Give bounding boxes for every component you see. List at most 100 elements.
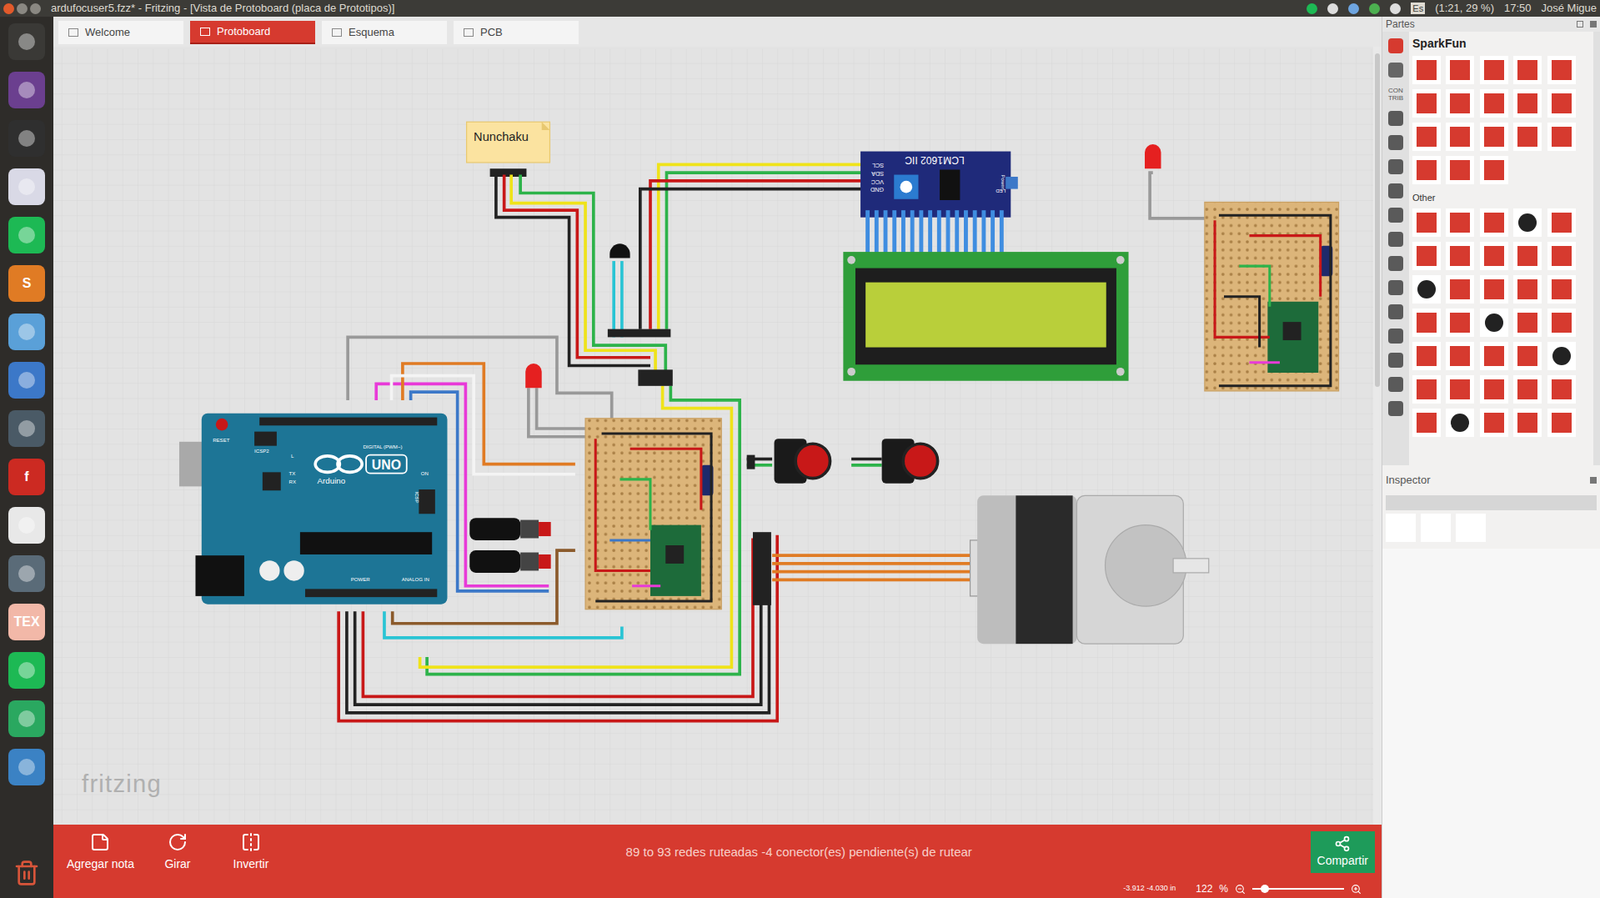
launcher-item[interactable]	[8, 652, 46, 689]
core-bin-icon[interactable]	[1388, 38, 1404, 54]
part-tile[interactable]	[1479, 375, 1509, 404]
push-button[interactable]	[774, 438, 831, 484]
part-tile[interactable]	[1412, 275, 1441, 304]
launcher-item[interactable]	[8, 748, 46, 786]
indicator-icon[interactable]	[1369, 3, 1380, 15]
wire[interactable]	[347, 336, 612, 427]
wire[interactable]	[650, 180, 864, 330]
bin-icon[interactable]	[1388, 376, 1404, 392]
launcher-item[interactable]	[8, 555, 46, 592]
potentiometer[interactable]	[469, 550, 551, 573]
push-button[interactable]	[882, 438, 938, 484]
breadboard-canvas[interactable]: NunchakuLCM1602 IICSCLSDAVCCGNDPowerLEDU…	[53, 46, 1374, 825]
user-menu[interactable]: José Migue	[1541, 0, 1597, 17]
launcher-item[interactable]: S	[8, 265, 46, 302]
launcher-item[interactable]	[8, 71, 46, 109]
indicator-icon[interactable]	[1348, 3, 1360, 15]
part-tile[interactable]	[1513, 89, 1542, 118]
toolbar-button[interactable]: Invertir	[214, 832, 288, 873]
part-tile[interactable]	[1445, 275, 1475, 304]
part-tile[interactable]	[1412, 208, 1441, 237]
part-tile[interactable]	[1412, 122, 1441, 151]
vertical-scrollbar[interactable]	[1373, 46, 1382, 825]
part-tile[interactable]	[1445, 375, 1475, 404]
trash-icon[interactable]	[8, 854, 46, 892]
maximize-icon[interactable]	[30, 3, 41, 15]
part-tile[interactable]	[1445, 241, 1475, 271]
contrib-bin[interactable]: CONTRIB	[1388, 86, 1404, 102]
part-tile[interactable]	[1445, 155, 1475, 185]
bin-icon[interactable]	[1388, 207, 1404, 223]
launcher-item[interactable]	[8, 168, 46, 206]
indicator-icon[interactable]	[1327, 3, 1339, 15]
led[interactable]	[1144, 144, 1161, 169]
zoom-out-icon[interactable]	[1234, 883, 1246, 895]
part-tile[interactable]	[1547, 341, 1576, 371]
zoom-value[interactable]: 122	[1195, 881, 1213, 897]
part-tile[interactable]	[1479, 241, 1509, 271]
inspector-title-field[interactable]	[1385, 495, 1597, 511]
wire[interactable]	[772, 553, 970, 557]
clock[interactable]: 17:50	[1504, 0, 1532, 17]
launcher-item[interactable]: f	[8, 458, 46, 496]
tab[interactable]: Protoboard	[190, 20, 316, 45]
launcher-item[interactable]	[8, 410, 46, 447]
launcher-item[interactable]	[8, 216, 46, 254]
part-tile[interactable]	[1547, 308, 1576, 337]
wire[interactable]	[772, 561, 970, 566]
bin-icon[interactable]	[1388, 183, 1404, 199]
wire[interactable]	[640, 189, 864, 330]
part-tile[interactable]	[1412, 89, 1441, 118]
part-tile[interactable]	[1547, 241, 1576, 271]
potentiometer[interactable]	[469, 517, 551, 541]
part-tile[interactable]	[1412, 375, 1441, 404]
part-tile[interactable]	[1513, 55, 1542, 85]
perfboard[interactable]	[585, 418, 722, 610]
battery[interactable]: (1:21, 29 %)	[1434, 0, 1495, 17]
wire[interactable]	[511, 175, 656, 373]
bin-icon[interactable]	[1388, 401, 1404, 417]
part-tile[interactable]	[1412, 55, 1441, 85]
part-tile[interactable]	[1479, 122, 1509, 151]
bin-icon[interactable]	[1388, 304, 1404, 320]
bin-icon[interactable]	[1388, 280, 1404, 296]
part-tile[interactable]	[1479, 275, 1509, 304]
part-tile[interactable]	[1445, 208, 1475, 237]
part-tile[interactable]	[1412, 308, 1441, 337]
part-tile[interactable]	[1547, 408, 1576, 437]
launcher-item[interactable]	[8, 506, 46, 544]
lcd-display[interactable]	[842, 251, 1129, 382]
indicator-icon[interactable]	[1389, 3, 1401, 15]
wire[interactable]	[851, 463, 883, 467]
bin-icon[interactable]	[1388, 110, 1404, 126]
lcd-i2c-module[interactable]: LCM1602 IICSCLSDAVCCGNDPowerLED	[860, 151, 1019, 256]
wire[interactable]	[772, 570, 970, 574]
part-tile[interactable]	[1513, 122, 1542, 151]
part-tile[interactable]	[1513, 308, 1542, 337]
part-tile[interactable]	[1479, 341, 1509, 371]
wire[interactable]	[520, 175, 666, 373]
part-tile[interactable]	[1445, 122, 1475, 151]
part-tile[interactable]	[1547, 55, 1576, 85]
wire[interactable]	[620, 260, 624, 337]
part-tile[interactable]	[1479, 155, 1509, 185]
wire[interactable]	[772, 578, 970, 582]
part-tile[interactable]	[1479, 308, 1509, 337]
bin-icon[interactable]	[1388, 231, 1404, 247]
part-tile[interactable]	[1513, 408, 1542, 437]
wire[interactable]	[666, 172, 863, 330]
stepper-motor[interactable]	[752, 495, 1209, 644]
part-tile[interactable]	[1547, 375, 1576, 404]
perfboard[interactable]	[1204, 201, 1340, 391]
part-tile[interactable]	[1513, 375, 1542, 404]
sensor[interactable]	[609, 243, 630, 258]
minimize-icon[interactable]	[16, 3, 28, 15]
part-tile[interactable]	[1479, 408, 1509, 437]
close-icon[interactable]	[3, 3, 15, 15]
bin-icon[interactable]	[1388, 328, 1404, 344]
zoom-slider[interactable]	[1252, 887, 1345, 890]
keyboard-layout[interactable]: Es	[1410, 2, 1425, 15]
part-tile[interactable]	[1513, 275, 1542, 304]
indicator-icon[interactable]	[1306, 3, 1318, 15]
bin-icon[interactable]	[1388, 62, 1404, 78]
